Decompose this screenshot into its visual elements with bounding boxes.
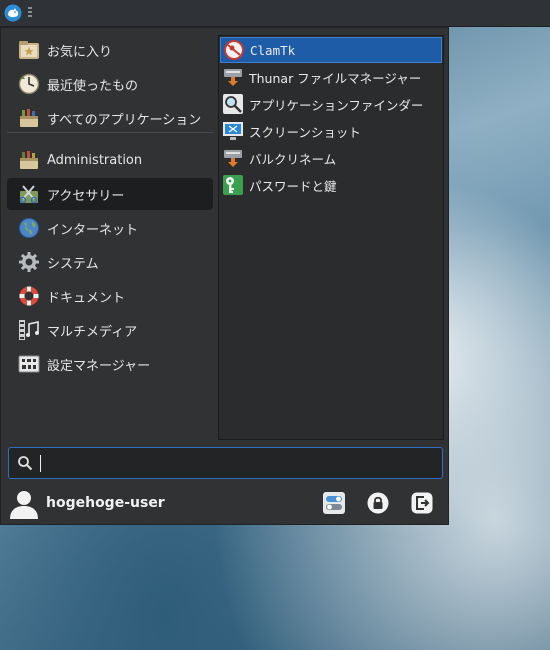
whisker-menu-button[interactable] bbox=[3, 3, 23, 23]
app-item-thunar[interactable]: Thunar ファイルマネージャー bbox=[220, 64, 442, 90]
lock-screen-button[interactable] bbox=[364, 489, 392, 517]
internet-icon bbox=[17, 216, 41, 240]
category-settings-manager[interactable]: 設定マネージャー bbox=[7, 348, 213, 380]
documents-icon bbox=[17, 284, 41, 308]
category-label: お気に入り bbox=[47, 44, 113, 60]
search-input[interactable] bbox=[39, 451, 442, 475]
app-label: Thunar ファイルマネージャー bbox=[249, 70, 422, 86]
category-recent[interactable]: 最近使ったもの bbox=[7, 68, 213, 100]
recent-icon bbox=[17, 72, 41, 96]
category-label: すべてのアプリケーション bbox=[47, 112, 202, 128]
app-label: ClamTk bbox=[250, 42, 296, 58]
app-item-clamtk[interactable]: ClamTk bbox=[220, 37, 442, 63]
thunar-icon bbox=[222, 66, 244, 88]
category-label: アクセサリー bbox=[47, 188, 125, 204]
category-label: インターネット bbox=[47, 222, 139, 238]
category-administration[interactable]: Administration bbox=[7, 144, 213, 176]
appfinder-icon bbox=[222, 93, 244, 115]
clamtk-icon bbox=[223, 39, 245, 61]
category-label: Administration bbox=[47, 152, 143, 168]
category-separator bbox=[7, 132, 213, 133]
screenshot-icon bbox=[222, 120, 244, 142]
app-item-password-keys[interactable]: パスワードと鍵 bbox=[220, 172, 442, 198]
settings-toggle-icon bbox=[323, 492, 345, 514]
app-item-bulk-rename[interactable]: バルクリネーム bbox=[220, 145, 442, 171]
system-icon bbox=[17, 250, 41, 274]
category-list: お気に入り 最近使ったもの すべてのアプリケーション Administratio… bbox=[7, 34, 213, 382]
category-label: マルチメディア bbox=[47, 324, 138, 340]
category-accessories[interactable]: アクセサリー bbox=[7, 178, 213, 210]
app-label: バルクリネーム bbox=[249, 151, 337, 167]
settings-manager-button[interactable] bbox=[320, 489, 348, 517]
text-cursor bbox=[40, 455, 41, 472]
search-bar[interactable] bbox=[8, 447, 443, 479]
search-icon bbox=[17, 455, 33, 471]
category-internet[interactable]: インターネット bbox=[7, 212, 213, 244]
bulk-rename-icon bbox=[222, 147, 244, 169]
category-system[interactable]: システム bbox=[7, 246, 213, 278]
panel-handle[interactable] bbox=[28, 7, 32, 19]
menu-footer: hogehoge-user bbox=[1, 485, 450, 525]
app-item-screenshot[interactable]: スクリーンショット bbox=[220, 118, 442, 144]
multimedia-icon bbox=[17, 318, 41, 342]
xfce-mouse-icon bbox=[4, 4, 22, 22]
app-label: アプリケーションファインダー bbox=[249, 97, 424, 113]
user-avatar-icon bbox=[9, 489, 39, 519]
logout-button[interactable] bbox=[408, 489, 436, 517]
username: hogehoge-user bbox=[46, 495, 165, 511]
app-label: スクリーンショット bbox=[249, 124, 361, 140]
favorites-icon bbox=[17, 38, 41, 62]
category-documents[interactable]: ドキュメント bbox=[7, 280, 213, 312]
app-label: パスワードと鍵 bbox=[249, 178, 337, 194]
category-label: 最近使ったもの bbox=[47, 78, 139, 94]
settings-manager-icon bbox=[17, 352, 41, 376]
accessories-icon bbox=[17, 182, 41, 206]
password-keys-icon bbox=[222, 174, 244, 196]
category-multimedia[interactable]: マルチメディア bbox=[7, 314, 213, 346]
category-label: 設定マネージャー bbox=[47, 358, 151, 374]
whisker-menu: お気に入り 最近使ったもの すべてのアプリケーション Administratio… bbox=[0, 27, 449, 525]
category-label: システム bbox=[47, 256, 99, 272]
top-panel bbox=[0, 0, 550, 27]
category-all-applications[interactable]: すべてのアプリケーション bbox=[7, 102, 213, 134]
category-favorites[interactable]: お気に入り bbox=[7, 34, 213, 66]
lock-icon bbox=[367, 492, 389, 514]
app-item-appfinder[interactable]: アプリケーションファインダー bbox=[220, 91, 442, 117]
logout-icon bbox=[411, 492, 433, 514]
all-apps-icon bbox=[17, 106, 41, 130]
category-label: ドキュメント bbox=[47, 290, 126, 306]
application-list: ClamTk Thunar ファイルマネージャー アプリケーションファインダー … bbox=[218, 35, 444, 440]
administration-icon bbox=[17, 148, 41, 172]
